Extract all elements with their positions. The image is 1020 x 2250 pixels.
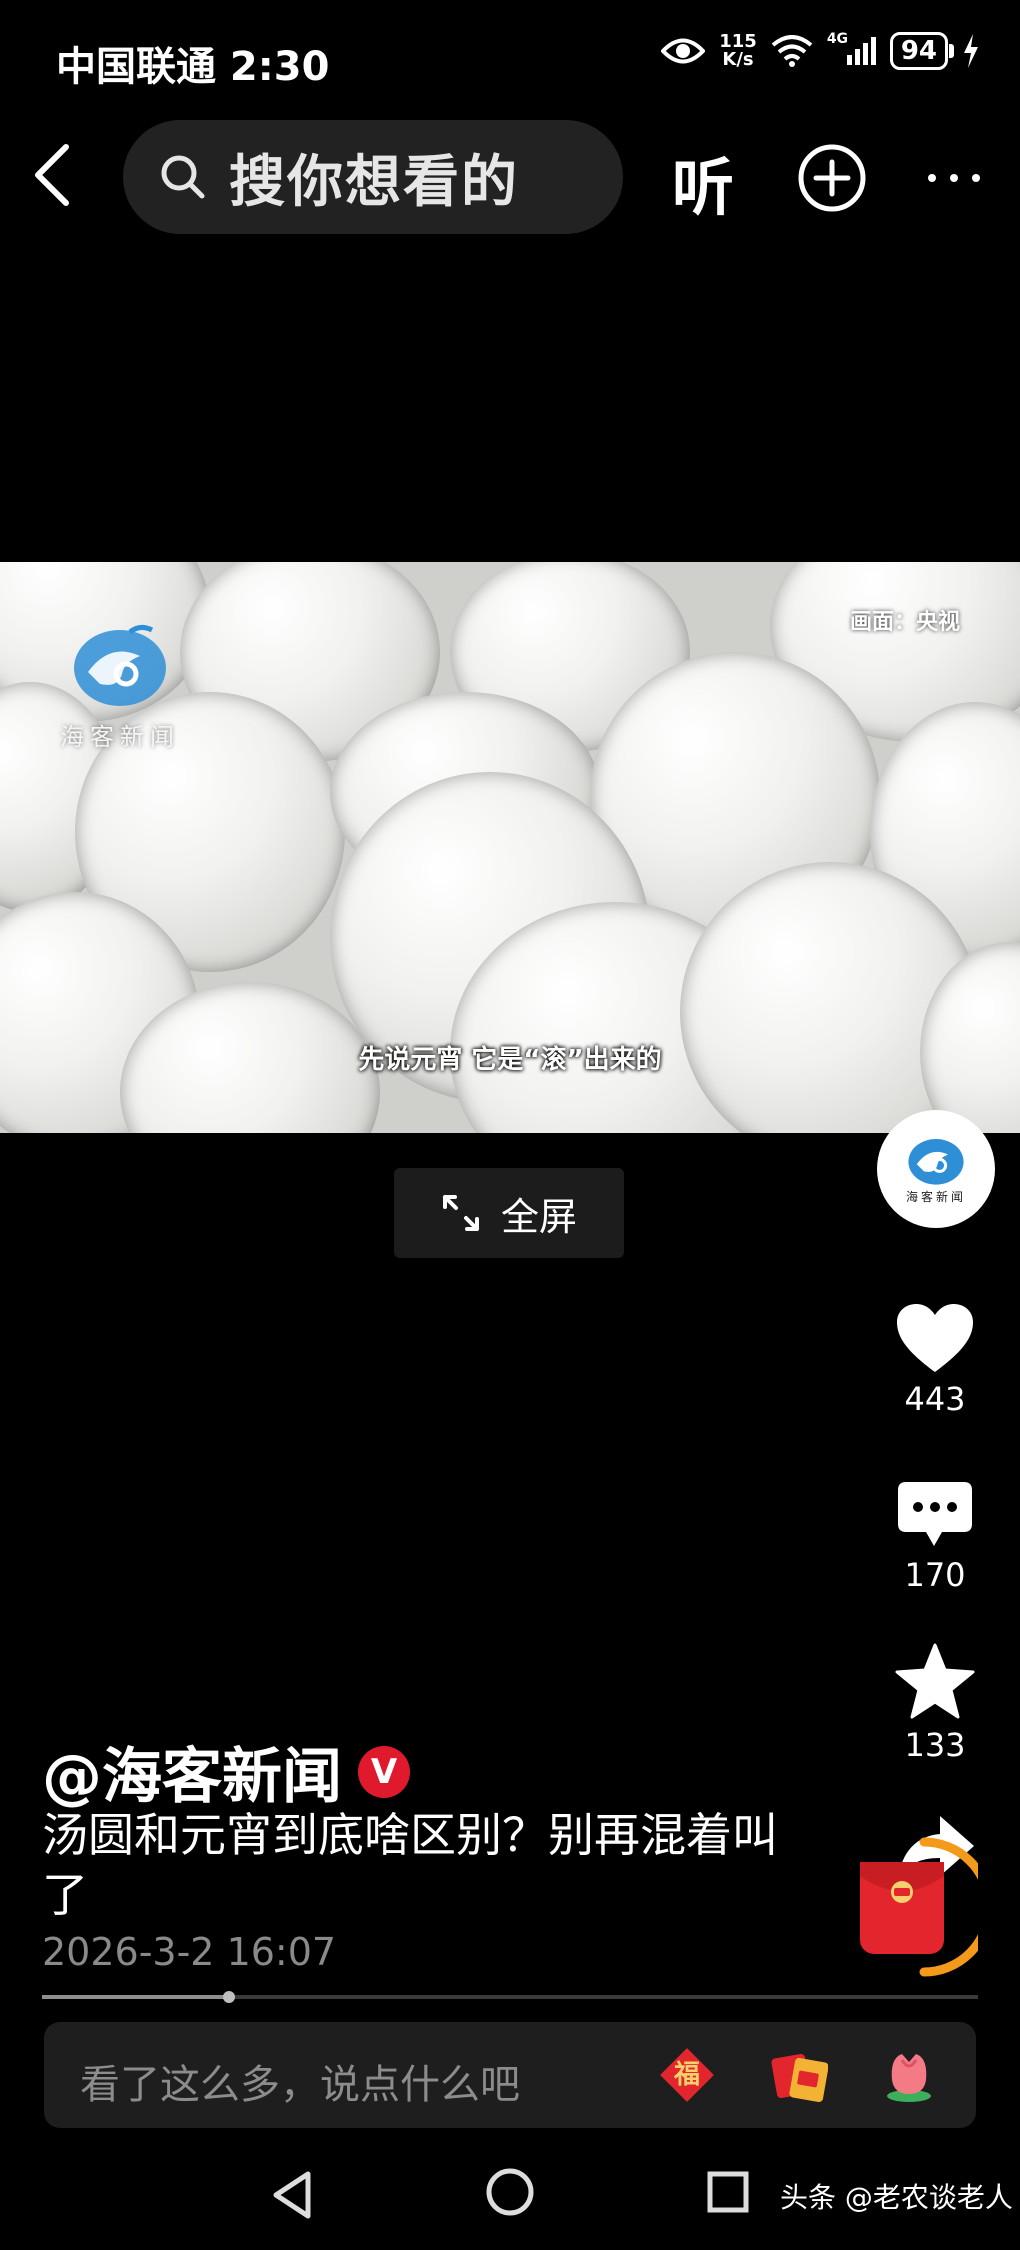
- favorite-button[interactable]: 133: [880, 1642, 990, 1764]
- comment-bar: 看了这么多，说点什么吧 福: [44, 2022, 976, 2128]
- haike-logo-icon: [74, 624, 166, 706]
- red-envelope-emoji-icon[interactable]: [770, 2046, 828, 2104]
- progress-handle[interactable]: [223, 1991, 235, 2003]
- net-speed-unit: K/s: [722, 49, 754, 70]
- author-avatar[interactable]: 海客新闻: [877, 1110, 995, 1228]
- star-icon: [895, 1643, 975, 1719]
- back-button[interactable]: [20, 135, 90, 215]
- status-icons: 115 K/s 4G 94: [661, 31, 980, 70]
- red-packet-icon[interactable]: [858, 1832, 978, 1982]
- nav-home-icon[interactable]: [484, 2166, 536, 2218]
- search-placeholder: 搜你想看的: [229, 149, 519, 215]
- battery-indicator: 94: [889, 32, 955, 70]
- like-button[interactable]: 443: [880, 1302, 990, 1418]
- favorite-count: 133: [904, 1726, 966, 1764]
- author-name[interactable]: @海客新闻 V: [42, 1728, 410, 1815]
- charging-icon: [964, 34, 978, 68]
- listen-button[interactable]: 听: [672, 137, 734, 227]
- video-subtitle: 先说元宵 它是“滚”出来的: [358, 1045, 662, 1075]
- fullscreen-label: 全屏: [500, 1194, 577, 1239]
- expand-icon: [442, 1195, 479, 1231]
- toutiao-watermark: 头条 @老农谈老人: [780, 2181, 1013, 2214]
- wifi-icon: [771, 35, 813, 67]
- source-credit: 画面：央视: [850, 610, 961, 635]
- network-type: 4G: [826, 31, 849, 47]
- comment-input[interactable]: 看了这么多，说点什么吧: [80, 2052, 520, 2110]
- heart-icon: [897, 1304, 973, 1372]
- nav-recent-icon[interactable]: [706, 2170, 750, 2214]
- more-icon[interactable]: [924, 160, 984, 196]
- carrier-time: 中国联通 2:30: [56, 44, 330, 90]
- nav-back-icon[interactable]: [268, 2168, 318, 2222]
- fullscreen-button[interactable]: 全屏: [394, 1168, 624, 1258]
- comment-icon: [898, 1482, 972, 1546]
- author-name-text: @海客新闻: [42, 1742, 342, 1812]
- verified-mark: V: [370, 1751, 398, 1792]
- video-player[interactable]: 海客新闻 画面：央视 先说元宵 它是“滚”出来的: [0, 562, 1020, 1133]
- battery-level: 94: [900, 36, 937, 66]
- post-title[interactable]: 汤圆和元宵到底啥区别？别再混着叫了: [42, 1805, 822, 1925]
- post-date: 2026-3-2 16:07: [42, 1930, 337, 1974]
- search-input[interactable]: 搜你想看的: [123, 120, 623, 234]
- status-bar: 中国联通 2:30 115 K/s 4G 94: [0, 0, 1020, 110]
- signal-icon: 4G: [827, 31, 876, 65]
- search-icon: [161, 155, 205, 199]
- comment-button[interactable]: 170: [880, 1480, 990, 1594]
- fu-char: 福: [673, 2060, 700, 2090]
- verified-badge: V: [358, 1745, 410, 1798]
- like-count: 443: [904, 1380, 966, 1418]
- flower-emoji-icon[interactable]: [880, 2046, 938, 2104]
- add-button[interactable]: [797, 143, 867, 213]
- comment-count: 170: [904, 1556, 966, 1594]
- watermark-text: 海客新闻: [60, 723, 180, 751]
- net-speed: 115 K/s: [719, 33, 757, 69]
- haike-logo-icon: [908, 1138, 964, 1185]
- eye-icon: [661, 38, 706, 64]
- progress-fill: [42, 1995, 229, 1999]
- avatar-text: 海客新闻: [905, 1189, 966, 1204]
- fu-emoji-button[interactable]: 福: [658, 2046, 716, 2104]
